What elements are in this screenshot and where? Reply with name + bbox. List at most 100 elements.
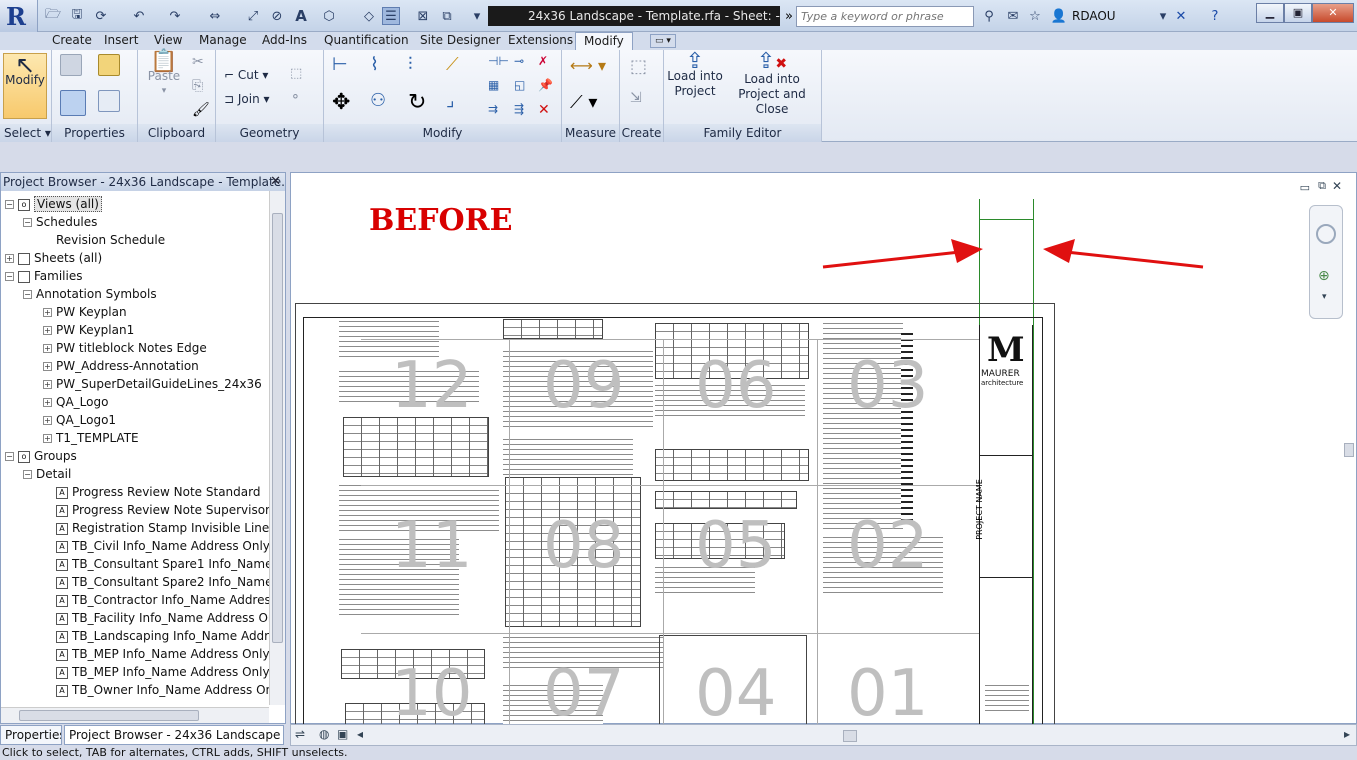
switch-windows-icon[interactable]: ⧉ (438, 7, 456, 25)
communication-icon[interactable]: ✉ (1004, 7, 1022, 25)
tab-create[interactable]: Create (52, 32, 92, 50)
offset-icon[interactable]: ⌇ (370, 54, 398, 82)
tree-item[interactable]: + PW_Address-Annotation (43, 357, 199, 375)
cut-geometry-button[interactable]: ⌐ Cut ▾ (224, 68, 268, 82)
load-into-project-button[interactable]: ⇪ Load into Project (666, 51, 724, 99)
steering-wheel-icon[interactable] (1316, 224, 1336, 244)
help-icon[interactable]: ? (1206, 7, 1224, 25)
mirror-draw-icon[interactable]: ⟋ (446, 54, 474, 82)
expand-icon[interactable]: + (43, 362, 52, 371)
split-gap-icon[interactable]: ⊸ (514, 54, 536, 76)
select-dropdown[interactable]: Select ▾ (0, 124, 51, 142)
create-group-icon[interactable]: ⬚ (630, 56, 656, 82)
tree-item[interactable]: − Detail (23, 465, 71, 483)
scale-icon[interactable]: ◱ (514, 78, 536, 100)
array-icon[interactable]: ▦ (488, 78, 510, 100)
type-properties-icon[interactable] (60, 54, 82, 76)
user-dropdown-chevron-icon[interactable]: ▾ (1154, 7, 1172, 25)
rotate-icon[interactable]: ↻ (408, 90, 436, 118)
measure-icon[interactable]: ⇔ (206, 7, 224, 25)
join-button[interactable]: ⊐ Join ▾ (224, 92, 270, 106)
family-category-icon[interactable] (98, 90, 120, 112)
delete-icon[interactable]: ✕ (538, 102, 560, 124)
tab-site-designer[interactable]: Site Designer (420, 32, 501, 50)
load-into-project-and-close-button[interactable]: ⇪✖ Load into Project and Close (724, 51, 820, 117)
tree-item[interactable]: A TB_Owner Info_Name Address Onl (43, 681, 269, 699)
minimize-button[interactable]: ▁ (1256, 3, 1284, 23)
tree-item[interactable]: + PW_SuperDetailGuideLines_24x36 (43, 375, 262, 393)
view-minimize-icon[interactable]: ▭ (1300, 181, 1310, 194)
paste-button[interactable]: 📋 Paste ▾ (144, 51, 184, 99)
tree-item[interactable]: + Sheets (all) (5, 249, 102, 267)
align-icon[interactable]: ⊢ (332, 54, 360, 82)
exchange-apps-icon[interactable]: ✕ (1172, 7, 1190, 25)
tab-add-ins[interactable]: Add-Ins (262, 32, 307, 50)
sync-icon[interactable]: ⟳ (92, 7, 110, 25)
tree-item[interactable]: + QA_Logo1 (43, 411, 116, 429)
application-menu-button[interactable]: R (0, 0, 38, 32)
tag-icon[interactable]: ⊘ (268, 7, 286, 25)
favorites-star-icon[interactable]: ☆ (1026, 7, 1044, 25)
tab-extensions[interactable]: Extensions (508, 32, 573, 50)
tree-item[interactable]: + PW titleblock Notes Edge (43, 339, 207, 357)
collapse-icon[interactable]: − (23, 290, 32, 299)
zoom-region-icon[interactable]: ⊕ (1318, 268, 1330, 284)
tree-item[interactable]: A TB_Contractor Info_Name Address (43, 591, 269, 609)
tree-item[interactable]: − Annotation Symbols (23, 285, 157, 303)
tree-item[interactable]: − o Views (all) (5, 195, 102, 213)
split-face-icon[interactable]: ⬚ (290, 66, 312, 88)
scroll-left-icon[interactable]: ◂ (357, 727, 363, 741)
open-icon[interactable]: 🗁 (44, 7, 62, 25)
visual-style-icon[interactable]: ◍ (319, 727, 329, 741)
customize-qat-icon[interactable]: ▾ (468, 7, 486, 25)
modify-button[interactable]: ↖ Modify (3, 53, 47, 119)
tree-item[interactable]: + QA_Logo (43, 393, 108, 411)
scroll-thumb-horizontal[interactable] (19, 710, 199, 721)
tree-item[interactable]: A Progress Review Note Supervisor In (43, 501, 269, 519)
trim-single-icon[interactable]: ⇶ (514, 102, 536, 124)
maximize-button[interactable]: ▣ (1284, 3, 1312, 23)
collapse-icon[interactable]: − (5, 200, 14, 209)
move-icon[interactable]: ✥ (332, 90, 360, 118)
expand-icon[interactable]: + (43, 434, 52, 443)
scroll-right-icon[interactable]: ▸ (1344, 727, 1350, 741)
3d-view-icon[interactable]: ⬡ (320, 7, 338, 25)
split-element-icon[interactable]: ⊣⊢ (488, 54, 510, 76)
tab-properties[interactable]: Properties (0, 725, 62, 745)
expand-icon[interactable]: + (43, 308, 52, 317)
scroll-thumb[interactable] (272, 213, 283, 643)
section-icon[interactable]: ◇ (360, 7, 378, 25)
tree-item[interactable]: − Families (5, 267, 82, 285)
expand-icon[interactable]: + (43, 344, 52, 353)
tab-modify[interactable]: Modify (575, 32, 633, 51)
tree-item[interactable]: A TB_Landscaping Info_Name Addre (43, 627, 269, 645)
pin-icon[interactable]: 📌 (538, 78, 560, 100)
cut-clipboard-icon[interactable]: ✂ (192, 54, 214, 76)
project-browser-horizontal-scrollbar[interactable] (1, 707, 269, 723)
tree-item[interactable]: A TB_Facility Info_Name Address Onl (43, 609, 269, 627)
binoculars-icon[interactable]: ⚲ (980, 7, 998, 25)
canvas-scroll-thumb[interactable] (1344, 443, 1354, 457)
tree-item[interactable]: − o Groups (5, 447, 77, 465)
user-name[interactable]: RDAOU (1072, 9, 1116, 23)
expand-icon[interactable]: + (43, 416, 52, 425)
tree-item[interactable]: + T1_TEMPLATE (43, 429, 139, 447)
properties-icon[interactable] (60, 90, 86, 116)
dimension-icon[interactable]: ⤢ (244, 7, 262, 25)
view-restore-icon[interactable]: ⧉ (1318, 179, 1326, 193)
redo-icon[interactable]: ↷ (166, 7, 184, 25)
tree-item[interactable]: + PW Keyplan1 (43, 321, 134, 339)
tree-item[interactable]: A TB_Consultant Spare1 Info_Name A (43, 555, 269, 573)
search-input[interactable] (796, 6, 974, 27)
tab-project-browser[interactable]: Project Browser - 24x36 Landscape - Te..… (64, 725, 284, 745)
tree-item[interactable]: A TB_MEP Info_Name Address Only 2 (43, 663, 269, 681)
collapse-icon[interactable]: − (23, 218, 32, 227)
collapse-icon[interactable]: − (5, 272, 14, 281)
tree-item[interactable]: Revision Schedule (43, 231, 165, 249)
copy-element-icon[interactable]: ⚇ (370, 90, 398, 118)
crop-region-icon[interactable]: ▣ (337, 727, 348, 741)
tree-item[interactable]: A TB_Consultant Spare2 Info_Name A (43, 573, 269, 591)
trim-multiple-icon[interactable]: ⇉ (488, 102, 510, 124)
tab-quantification[interactable]: Quantification (324, 32, 409, 50)
create-similar-icon[interactable]: ⇲ (630, 90, 656, 116)
